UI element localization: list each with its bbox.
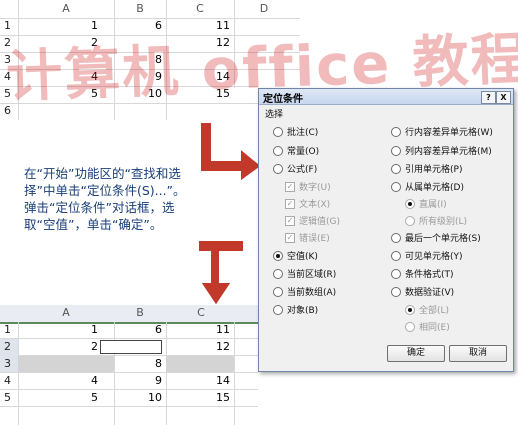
help-button[interactable]: ? [481, 91, 496, 104]
dialog-titlebar[interactable]: 定位条件 ? X [259, 89, 513, 105]
selected-blank-cell[interactable] [100, 340, 162, 354]
row-header[interactable]: 3 [0, 357, 22, 370]
cell[interactable]: 9 [114, 374, 162, 387]
option-all[interactable]: 全部(L) [405, 304, 449, 318]
check-text[interactable]: ✓ 文本(X) [285, 198, 330, 212]
ok-button[interactable]: 确定 [387, 345, 445, 362]
option-last-cell[interactable]: 最后一个单元格(S) [391, 232, 481, 246]
option-data-validation[interactable]: 数据验证(V) [391, 286, 454, 300]
col-header-b[interactable]: B [114, 304, 166, 322]
option-blanks[interactable]: 空值(K) [273, 250, 318, 264]
col-header-b[interactable]: B [114, 0, 166, 18]
cell[interactable]: 5 [18, 391, 98, 404]
cell[interactable]: 4 [18, 374, 98, 387]
close-button[interactable]: X [496, 91, 511, 104]
cancel-button[interactable]: 取消 [449, 345, 507, 362]
check-numbers[interactable]: ✓ 数字(U) [285, 181, 331, 195]
cell[interactable]: 2 [18, 340, 98, 353]
dialog-title: 定位条件 [263, 94, 303, 105]
option-row-differences[interactable]: 行内容差异单元格(W) [391, 126, 493, 140]
cell[interactable]: 12 [166, 340, 230, 353]
option-precedents[interactable]: 引用单元格(P) [391, 163, 462, 177]
cell[interactable]: 8 [114, 357, 162, 370]
instruction-text: 在“开始”功能区的“查找和选择”中单击“定位条件(S)...”。弹击“定位条件”… [24, 166, 186, 232]
go-to-special-dialog: 定位条件 ? X 选择 批注(C) 常量(O) 公式(F) ✓ 数字(U) ✓ 文本… [258, 88, 514, 372]
col-header-c[interactable]: C [166, 304, 236, 322]
option-visible-cells[interactable]: 可见单元格(Y) [391, 250, 463, 264]
col-header-a[interactable]: A [18, 0, 114, 18]
selected-blank-cell[interactable] [18, 356, 114, 372]
option-comments[interactable]: 批注(C) [273, 126, 318, 140]
selected-blank-cell[interactable] [166, 356, 234, 372]
option-current-array[interactable]: 当前数组(A) [273, 286, 336, 300]
option-conditional-formats[interactable]: 条件格式(T) [391, 268, 454, 282]
col-header-d[interactable]: D [234, 0, 294, 18]
cell[interactable]: 10 [114, 391, 162, 404]
option-column-differences[interactable]: 列内容差异单元格(M) [391, 145, 492, 159]
option-same[interactable]: 相同(E) [405, 321, 450, 335]
check-logicals[interactable]: ✓ 逻辑值(G) [285, 215, 340, 229]
cell[interactable]: 14 [166, 374, 230, 387]
cell[interactable]: 6 [114, 323, 162, 336]
col-header-c[interactable]: C [166, 0, 234, 18]
option-direct-only[interactable]: 直属(I) [405, 198, 447, 212]
option-dependents[interactable]: 从属单元格(D) [391, 181, 464, 195]
check-errors[interactable]: ✓ 错误(E) [285, 232, 330, 246]
option-formulas[interactable]: 公式(F) [273, 163, 317, 177]
col-header-a[interactable]: A [18, 304, 114, 322]
option-constants[interactable]: 常量(O) [273, 145, 319, 159]
option-objects[interactable]: 对象(B) [273, 304, 318, 318]
option-current-region[interactable]: 当前区域(R) [273, 268, 336, 282]
cell[interactable]: 1 [18, 323, 98, 336]
option-all-levels[interactable]: 所有级别(L) [405, 215, 467, 229]
cell[interactable]: 15 [166, 391, 230, 404]
cell[interactable]: 11 [166, 323, 230, 336]
group-label: 选择 [265, 110, 284, 120]
